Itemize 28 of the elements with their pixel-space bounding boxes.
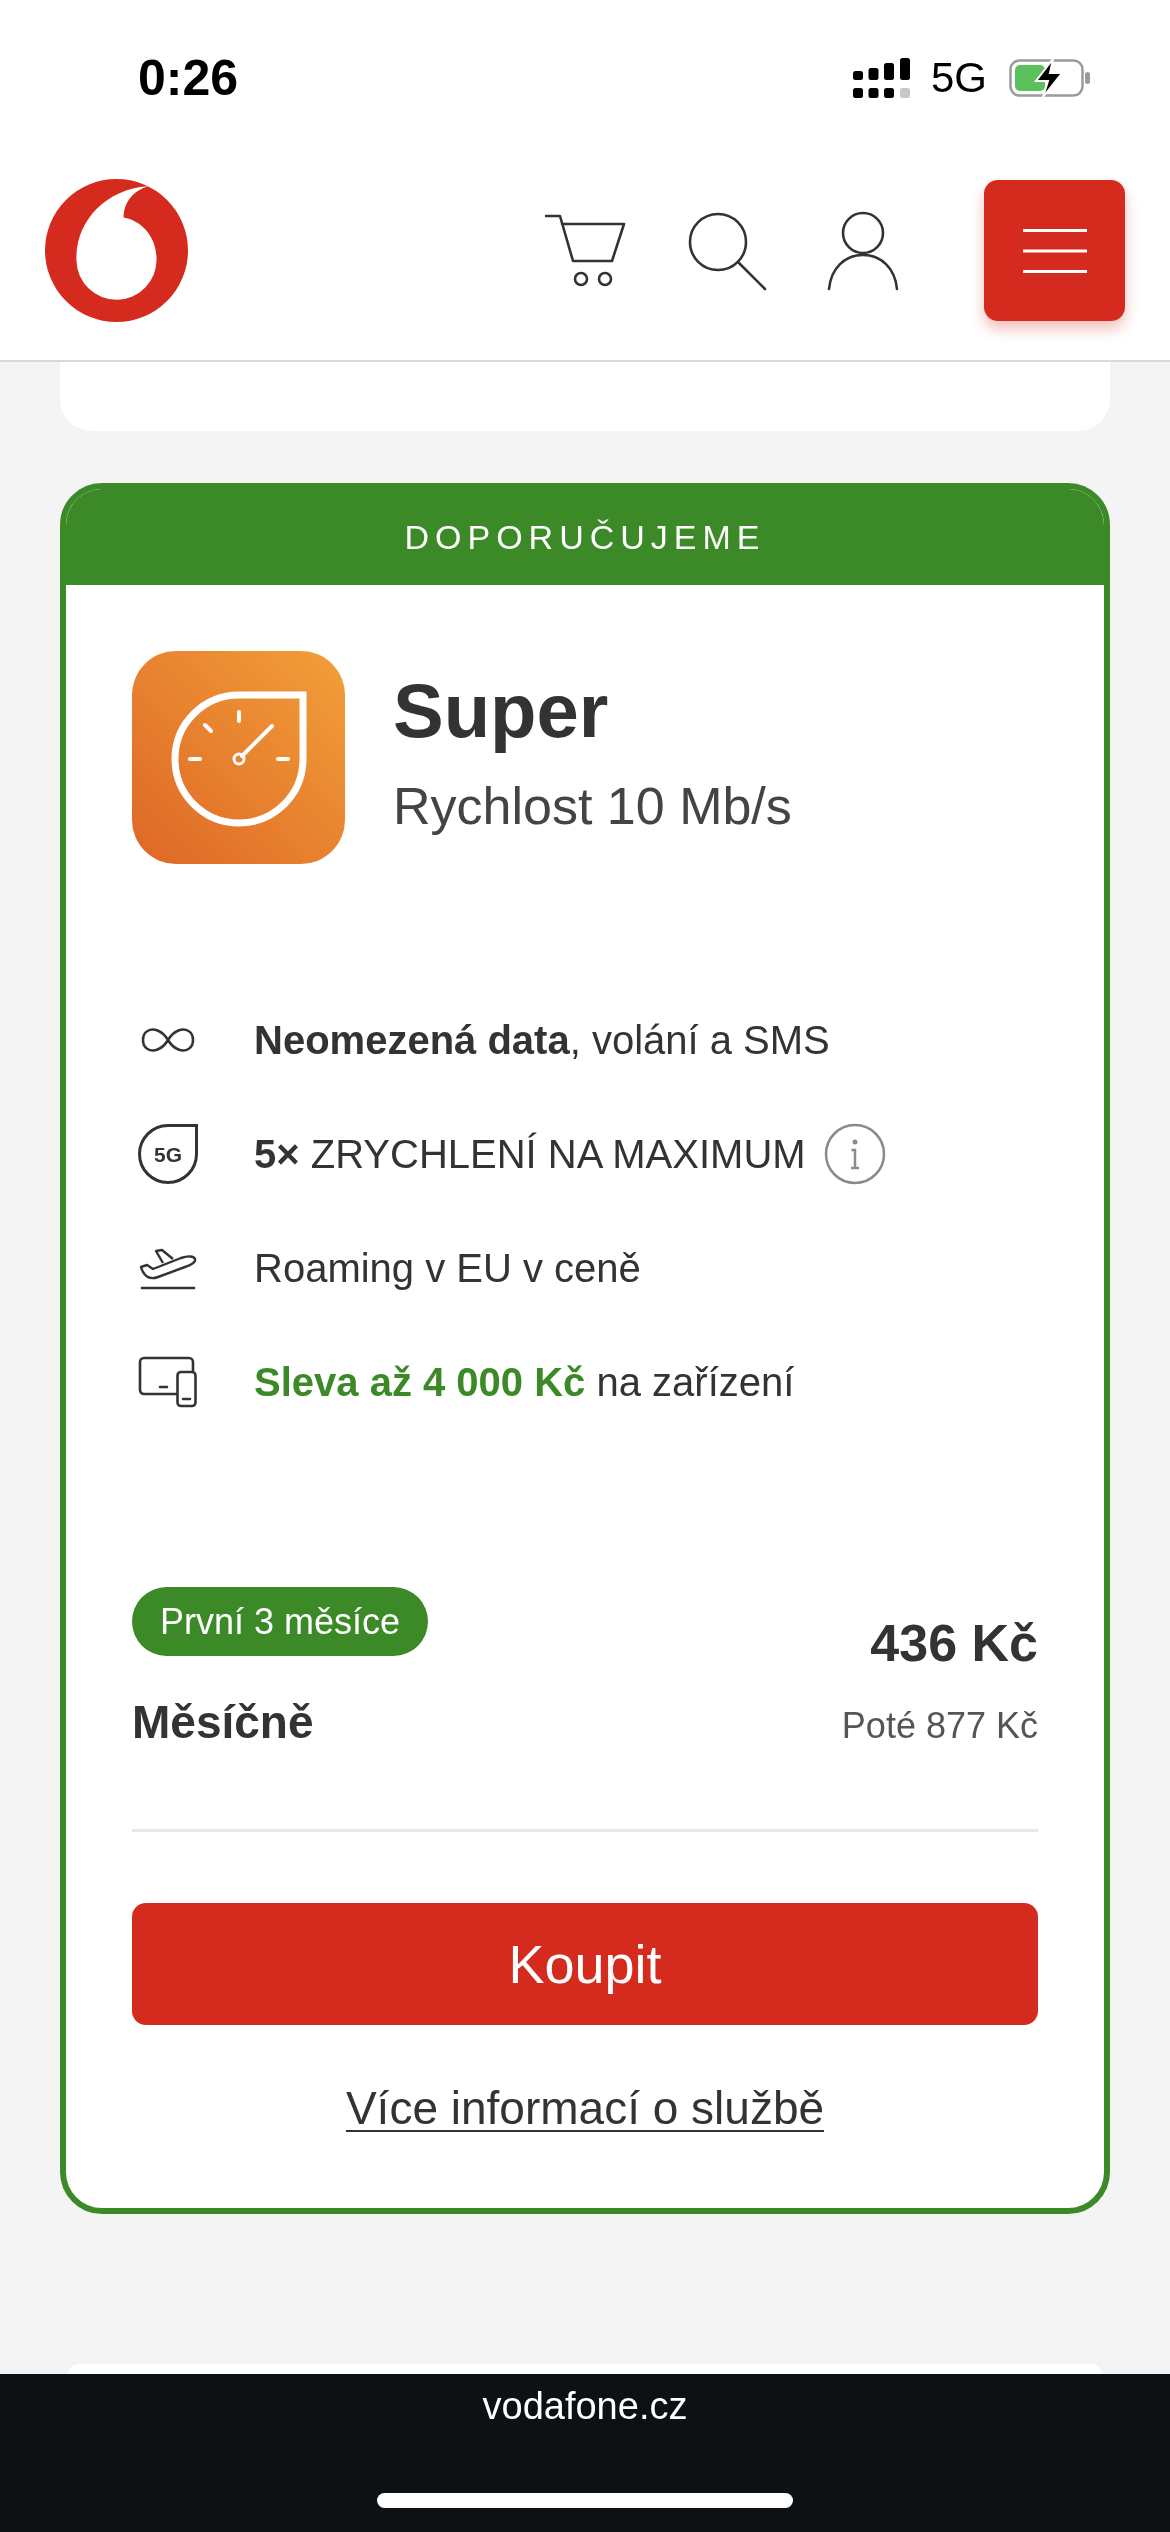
price-label: Měsíčně	[132, 1699, 314, 1745]
feature-text: 5× ZRYCHLENÍ NA MAXIMUM	[254, 1131, 806, 1178]
info-icon[interactable]	[823, 1123, 886, 1185]
signal-icon	[852, 58, 911, 98]
price-amount: 436 Kč	[870, 1617, 1038, 1669]
buy-button[interactable]: Koupit	[132, 1903, 1038, 2025]
speedometer-icon	[132, 651, 345, 864]
promo-badge: První 3 měsíce	[132, 1587, 429, 1656]
feature-text: Sleva až 4 000 Kč na zařízení	[254, 1359, 795, 1406]
cart-icon[interactable]	[545, 213, 627, 288]
url-text: vodafone.cz	[482, 2384, 688, 2429]
devices-icon	[138, 1356, 198, 1408]
network-type: 5G	[930, 57, 987, 99]
menu-icon	[1022, 228, 1087, 273]
airplane-icon	[138, 1246, 198, 1290]
battery-charging-icon	[1009, 58, 1091, 98]
infinity-icon	[140, 1026, 196, 1054]
status-time: 0:26	[138, 53, 239, 103]
logo-icon[interactable]	[45, 179, 188, 322]
search-icon[interactable]	[687, 210, 767, 291]
user-icon[interactable]	[827, 210, 899, 291]
price-after: Poté 877 Kč	[841, 1708, 1038, 1744]
recommended-banner: DOPORUČUJEME	[66, 489, 1104, 585]
feature-text: Neomezená data, volání a SMS	[254, 1017, 830, 1064]
network-badge-icon: 5G	[138, 1124, 198, 1184]
feature-text: Roaming v EU v ceně	[254, 1245, 641, 1292]
more-info-link[interactable]: Více informací o službě	[345, 2081, 825, 2137]
menu-button[interactable]	[984, 180, 1125, 321]
